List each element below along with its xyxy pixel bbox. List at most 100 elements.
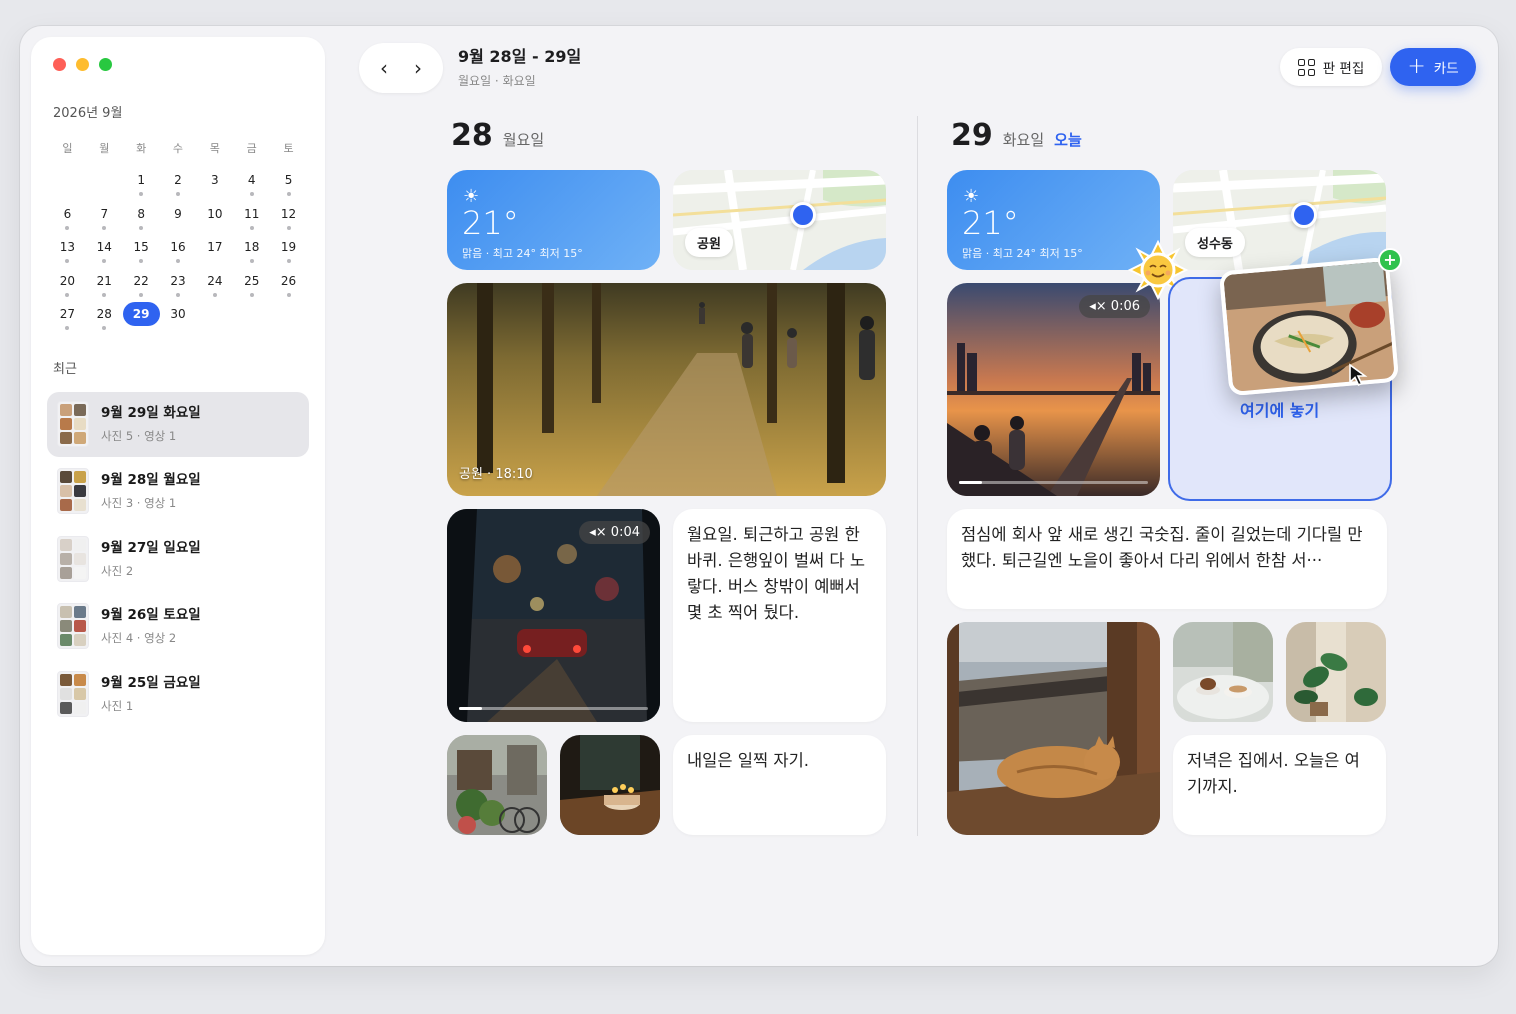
calendar-day[interactable]: 4 (233, 170, 270, 204)
location-dot-icon (790, 202, 816, 228)
calendar-day[interactable]: 17 (196, 237, 233, 271)
recent-day-item[interactable]: 9월 25일 금요일 사진 1 (47, 662, 309, 727)
recent-day-item[interactable]: 9월 26일 토요일 사진 4 · 영상 2 (47, 594, 309, 659)
calendar-day[interactable]: 10 (196, 204, 233, 238)
video-card-sunset[interactable]: ◂× 0:06 (947, 283, 1160, 496)
day-number: 28 (451, 118, 493, 153)
dragged-photo-card[interactable] (1218, 256, 1400, 397)
day-number: 30 (170, 307, 186, 322)
photo-card-plants[interactable] (1286, 622, 1386, 722)
entry-dot-icon (139, 225, 144, 230)
chevron-right-icon[interactable]: › (403, 56, 433, 80)
calendar-day[interactable]: 14 (86, 237, 123, 271)
entry-dot-icon (139, 192, 144, 196)
calendar-day[interactable]: 20 (49, 271, 86, 305)
day-number: 16 (170, 240, 186, 255)
weather-description: 맑음 · 최고 24° 최저 15° (962, 247, 1083, 260)
calendar-day[interactable]: 18 (233, 237, 270, 271)
location-dot-icon (1291, 202, 1317, 228)
entry-dot-icon (175, 292, 180, 297)
note-text: 점심에 회사 앞 새로 생긴 국숫집. 줄이 길었는데 기다릴 만했다. 퇴근길… (961, 525, 1363, 570)
calendar-day[interactable]: 2 (160, 170, 197, 204)
day-number: 13 (59, 240, 76, 255)
calendar-day[interactable]: 9 (160, 204, 197, 238)
note-card[interactable]: 저녁은 집에서. 오늘은 여기까지. (1173, 735, 1386, 835)
weekday-label: 금 (246, 142, 257, 155)
calendar-day[interactable]: 1 (123, 170, 160, 204)
day-number: 14 (96, 240, 112, 255)
weather-card[interactable]: ☀ 21° 맑음 · 최고 24° 최저 15° (447, 170, 660, 270)
note-card[interactable]: 점심에 회사 앞 새로 생긴 국숫집. 줄이 길었는데 기다릴 만했다. 퇴근길… (947, 509, 1387, 609)
note-card[interactable]: 내일은 일찍 자기. (673, 735, 886, 835)
day-number: 4 (247, 173, 256, 187)
map-card[interactable]: 공원 (673, 170, 886, 270)
calendar-day[interactable]: 16 (160, 237, 197, 271)
mini-calendar: 일 월 화 수 목 금 토 1 2 3 4 5 6 7 8 9 10 11 12 13 14 15 16 17 18 19 20 21… (49, 140, 307, 338)
recent-day-item[interactable]: 9월 29일 화요일 사진 5 · 영상 1 (47, 392, 309, 457)
calendar-day[interactable]: 25 (233, 271, 270, 305)
day-thumbnail (57, 535, 89, 582)
calendar-day[interactable]: 21 (86, 271, 123, 305)
note-card[interactable]: 월요일. 퇴근하고 공원 한 바퀴. 은행잎이 벌써 다 노랗다. 버스 창밖이… (673, 509, 886, 722)
video-duration: ◂× 0:04 (579, 521, 650, 544)
calendar-week: 6 7 8 9 10 11 12 (49, 204, 307, 238)
calendar-day[interactable]: 11 (233, 204, 270, 238)
add-card-button[interactable]: + 카드 (1390, 48, 1476, 86)
video-progress-bar[interactable] (959, 481, 1148, 484)
calendar-day[interactable]: 15 (123, 237, 160, 271)
calendar-day[interactable]: 26 (270, 271, 307, 305)
video-card-bus[interactable]: ◂× 0:04 (447, 509, 660, 722)
day-number: 5 (284, 173, 293, 187)
entry-dot-icon (65, 225, 70, 230)
calendar-day[interactable]: 8 (123, 204, 160, 238)
entry-dot-icon (175, 192, 180, 196)
recent-day-item[interactable]: 9월 28일 월요일 사진 3 · 영상 1 (47, 459, 309, 524)
grid-icon (1297, 58, 1315, 76)
weekday-label: 일 (62, 142, 73, 155)
calendar-day[interactable]: 13 (49, 237, 86, 271)
edit-board-label: 판 편집 (1322, 61, 1365, 77)
calendar-day-today[interactable]: 29 (122, 302, 160, 338)
map-card[interactable]: 성수동 (1173, 170, 1386, 270)
calendar-day[interactable]: 12 (270, 204, 307, 238)
weather-description: 맑음 · 최고 24° 최저 15° (462, 247, 583, 260)
calendar-day[interactable]: 22 (123, 271, 160, 305)
entry-dot-icon (102, 259, 107, 264)
chevron-left-icon[interactable]: ‹ (369, 56, 399, 80)
recent-day-item[interactable]: 9월 27일 일요일 사진 2 (47, 527, 309, 592)
weekday-label: 토 (283, 142, 294, 155)
noodle-photo (1223, 260, 1400, 397)
calendar-day[interactable]: 19 (270, 237, 307, 271)
calendar-day[interactable]: 30 (160, 304, 197, 338)
minimize-window-button[interactable] (76, 58, 89, 71)
coffee-photo (1173, 622, 1273, 722)
video-progress-bar[interactable] (459, 707, 648, 710)
entry-dot-icon (175, 259, 180, 264)
calendar-day[interactable]: 5 (270, 170, 307, 204)
add-card-label: 카드 (1433, 61, 1459, 77)
calendar-day[interactable]: 27 (49, 304, 86, 338)
recent-date: 9월 28일 월요일 (101, 472, 201, 489)
zoom-window-button[interactable] (99, 58, 112, 71)
close-window-button[interactable] (53, 58, 66, 71)
calendar-day[interactable]: 3 (196, 170, 233, 204)
day-number: 2 (174, 173, 182, 187)
day-number: 8 (137, 206, 145, 221)
calendar-day[interactable]: 23 (160, 271, 197, 305)
photo-card-cake[interactable] (560, 735, 660, 835)
photo-card-cat[interactable] (947, 622, 1160, 835)
calendar-day[interactable]: 28 (86, 304, 123, 338)
calendar-day[interactable]: 7 (86, 204, 123, 238)
calendar-empty-cell (270, 304, 307, 338)
photo-card-flower-shop[interactable] (447, 735, 547, 835)
recent-label: 최근 (53, 362, 77, 377)
range-title: 9월 28일 - 29일 (458, 47, 582, 66)
edit-board-button[interactable]: 판 편집 (1280, 48, 1382, 86)
photo-card-coffee[interactable] (1173, 622, 1273, 722)
calendar-day[interactable]: 6 (49, 204, 86, 238)
photo-card-park[interactable]: 공원 · 18:10 (447, 283, 886, 496)
note-text: 월요일. 퇴근하고 공원 한 바퀴. 은행잎이 벌써 다 노랗다. 버스 창밖이… (687, 525, 866, 622)
day-header-28: 28 월요일 (451, 118, 544, 153)
calendar-day[interactable]: 24 (196, 271, 233, 305)
weekday-label: 화 (136, 142, 147, 155)
